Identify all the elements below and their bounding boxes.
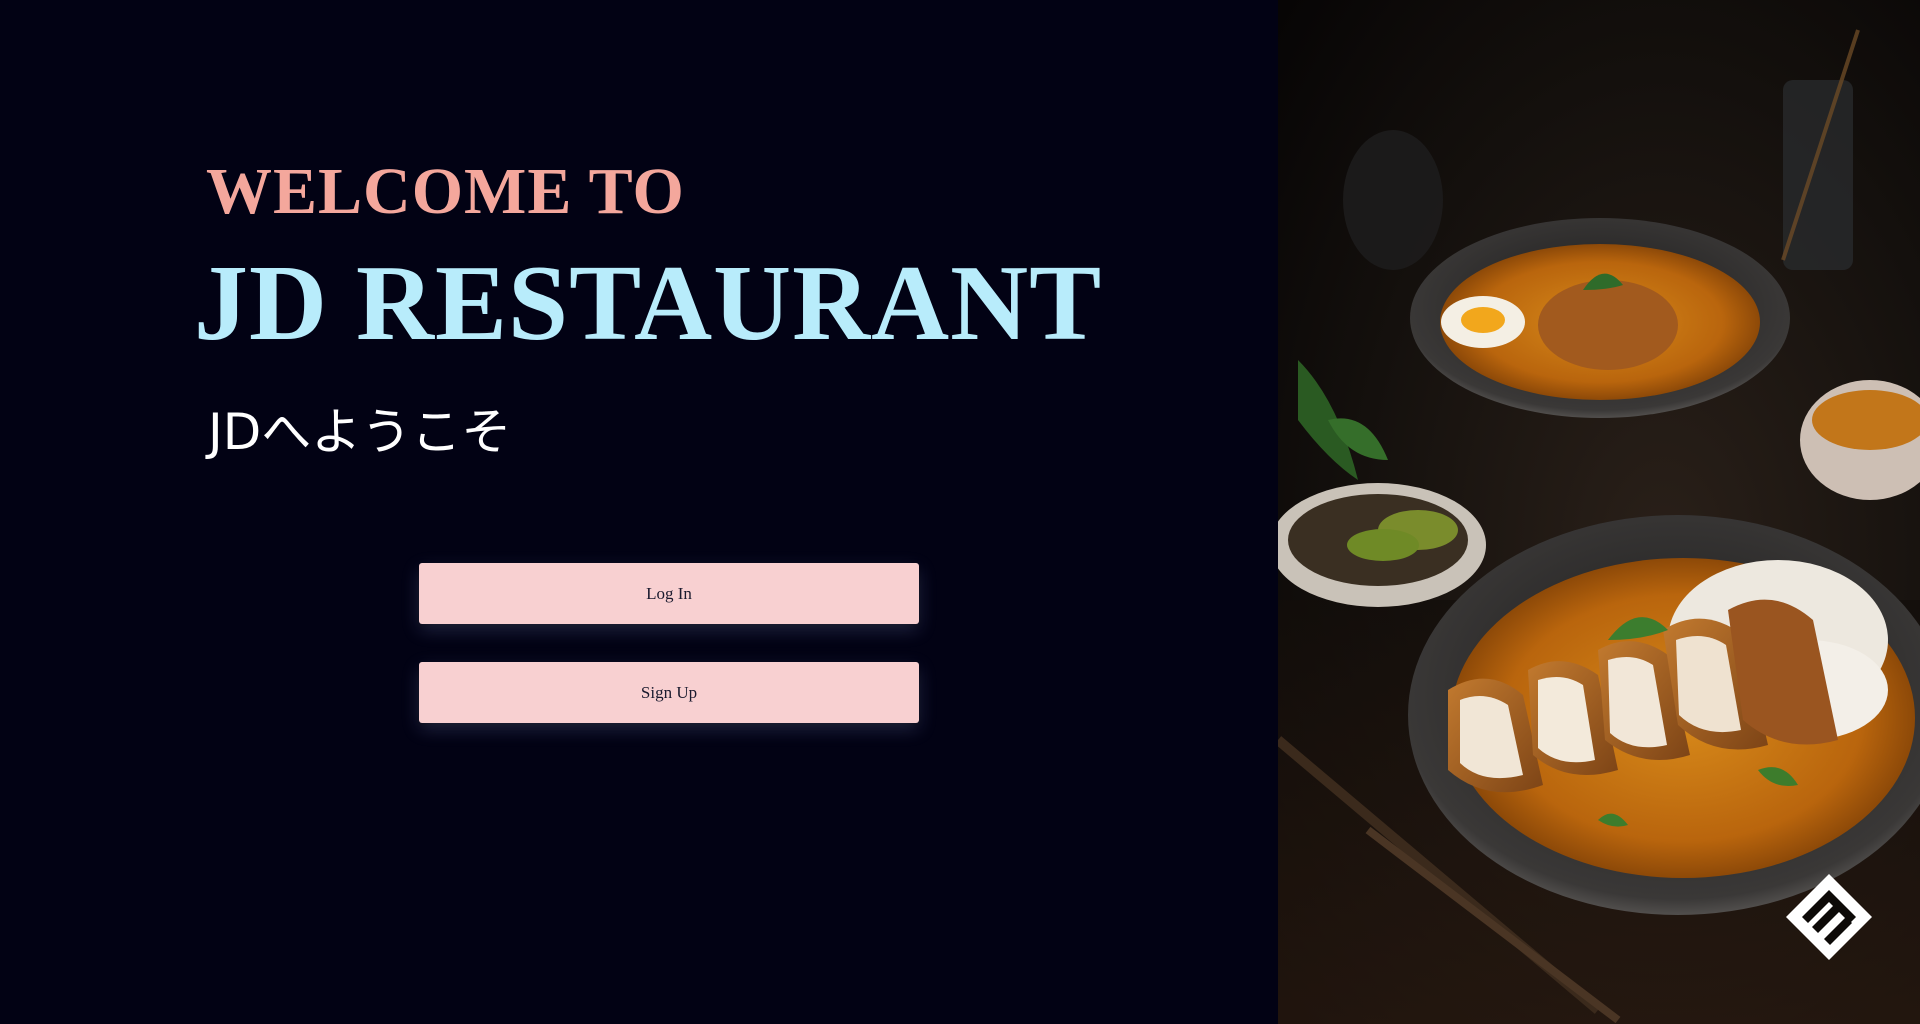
restaurant-name-heading: JD RESTAURANT	[194, 244, 1103, 363]
food-photo	[1278, 0, 1920, 1024]
login-button[interactable]: Log In	[419, 563, 919, 624]
japanese-welcome-text: JDへようこそ	[208, 403, 512, 461]
welcome-panel: WELCOME TO JD RESTAURANT JDへようこそ Log In …	[0, 0, 1278, 1024]
food-image-panel	[1278, 0, 1920, 1024]
landing-page: WELCOME TO JD RESTAURANT JDへようこそ Log In …	[0, 0, 1920, 1024]
signup-button[interactable]: Sign Up	[419, 662, 919, 723]
welcome-to-heading: WELCOME TO	[206, 155, 685, 228]
diamond-logo-icon	[1786, 874, 1872, 960]
